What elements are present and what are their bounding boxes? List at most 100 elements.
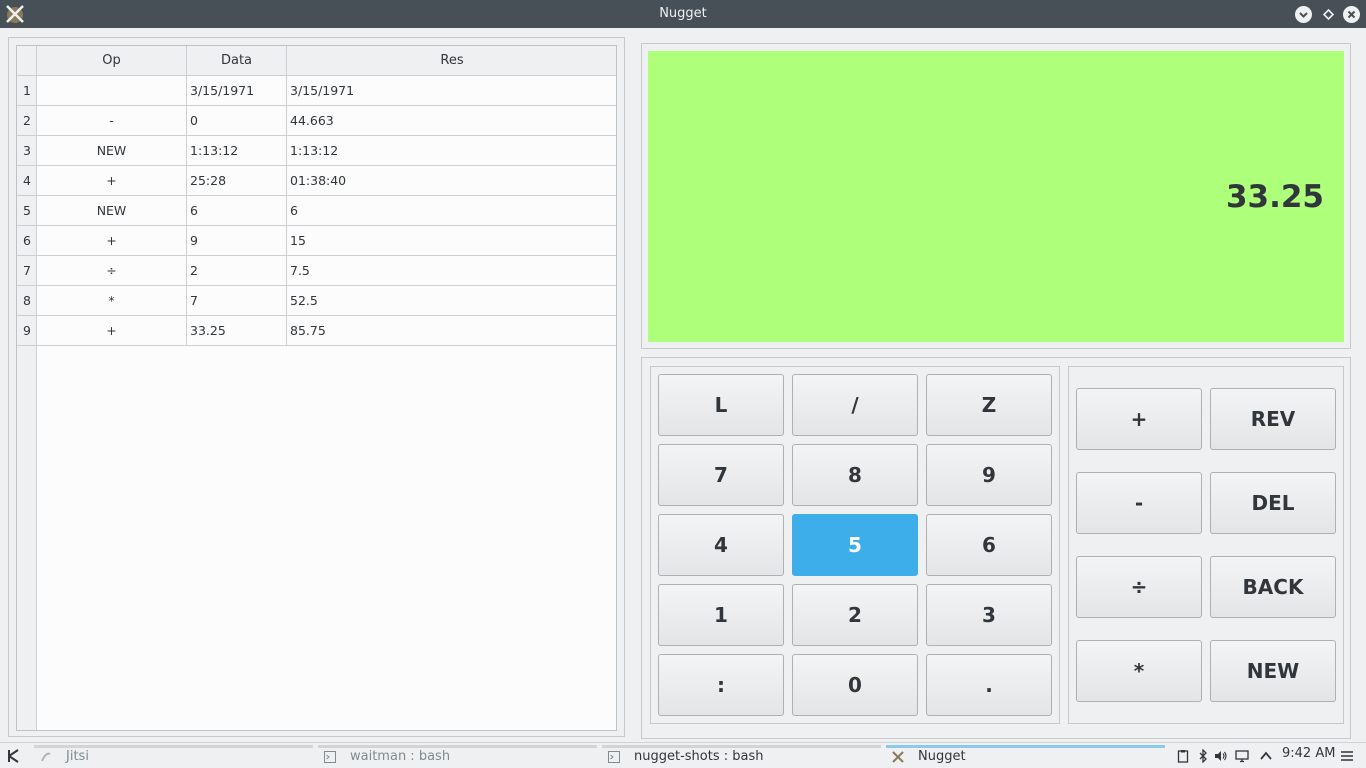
cell-res: 7.5 [290,263,310,278]
cell-op: + [37,226,187,255]
task-label: waitman : bash [350,749,451,764]
key-z-button[interactable]: Z [926,374,1052,436]
diamond-icon [1322,8,1335,21]
table-row[interactable]: 7 ÷ 2 7.5 [17,256,616,286]
expand-tray-icon[interactable] [1259,749,1273,763]
table-row[interactable]: 6 +9 15 [17,226,616,256]
cell-data: 7 [187,286,287,315]
key-del-button[interactable]: DEL [1210,472,1336,534]
cell-res: 15 [290,233,306,248]
window-titlebar: Nugget [0,0,1366,28]
key-6-button[interactable]: 6 [926,514,1052,576]
cell-data: 3/15/1971 [187,76,287,105]
key-4-button[interactable]: 4 [658,514,784,576]
cell-res: 52.5 [290,293,318,308]
volume-icon[interactable] [1214,749,1228,763]
history-table[interactable]: Op Data Res 1 3/15/1971 3/15/1971 2-0 44.663… [16,45,617,731]
key-minus-button[interactable]: - [1076,472,1202,534]
close-icon [1347,10,1356,19]
display-value: 33.25 [1225,179,1324,215]
column-header-op[interactable]: Op [37,46,187,76]
table-row[interactable]: 9 +33.25 85.75 [17,316,616,346]
cell-op: NEW [37,196,187,225]
key-rev-button[interactable]: REV [1210,388,1336,450]
display-icon[interactable] [1235,749,1249,763]
row-number: 6 [17,226,37,255]
jitsi-icon [41,752,51,762]
clock[interactable]: 9:42 AM [1282,746,1335,761]
key-l-button[interactable]: L [658,374,784,436]
key-slash-button[interactable]: / [792,374,918,436]
cell-res: 3/15/1971 [290,83,355,98]
row-number: 9 [17,316,37,345]
table-row[interactable]: 5 NEW 6 6 [17,196,616,226]
key-9-button[interactable]: 9 [926,444,1052,506]
clipboard-icon[interactable] [1176,749,1190,763]
key-2-button[interactable]: 2 [792,584,918,646]
menu-icon[interactable] [1340,749,1354,763]
maximize-button[interactable] [1320,6,1337,23]
key-5-button[interactable]: 5 [792,514,918,576]
row-number: 7 [17,256,37,285]
table-row[interactable]: 4 +25:28 01:38:40 [17,166,616,196]
row-number: 3 [17,136,37,165]
key-dot-button[interactable]: . [926,654,1052,716]
nugget-icon [892,751,904,763]
key-multiply-button[interactable]: * [1076,640,1202,702]
row-number: 8 [17,286,37,315]
corner-header[interactable] [17,46,37,76]
key-new-button[interactable]: NEW [1210,640,1336,702]
cell-res: 6 [290,203,298,218]
cell-op: + [37,316,187,345]
cell-op: - [37,106,187,135]
table-row[interactable]: 3 NEW 1:13:12 1:13:12 [17,136,616,166]
operations-group: + REV - DEL ÷ BACK * NEW [1068,366,1344,724]
column-header-res[interactable]: Res [287,46,616,76]
key-7-button[interactable]: 7 [658,444,784,506]
task-nugget[interactable]: Nugget [886,745,1165,767]
window-title: Nugget [659,6,707,21]
key-plus-button[interactable]: + [1076,388,1202,450]
terminal-icon [324,751,336,763]
application-launcher-icon[interactable] [6,748,22,764]
cell-op: ÷ [37,256,187,285]
bluetooth-icon[interactable] [1196,749,1210,763]
task-label: nugget-shots : bash [634,749,764,764]
table-row[interactable]: 1 3/15/1971 3/15/1971 [17,76,616,106]
cell-op: + [37,166,187,195]
taskbar: Jitsi waitman : bash nugget-shots : bash Nu… [0,742,1366,768]
minimize-button[interactable] [1295,6,1312,23]
key-0-button[interactable]: 0 [792,654,918,716]
task-nugget-shots-bash[interactable]: nugget-shots : bash [602,745,881,767]
cell-res: 01:38:40 [290,173,347,188]
key-8-button[interactable]: 8 [792,444,918,506]
task-waitman-bash[interactable]: waitman : bash [318,745,597,767]
close-button[interactable] [1343,6,1360,23]
task-jitsi[interactable]: Jitsi [34,745,313,767]
terminal-icon [608,751,620,763]
cell-data: 33.25 [187,316,287,345]
cell-res: 85.75 [290,323,326,338]
table-row[interactable]: 2-0 44.663 [17,106,616,136]
keypad-panel: L / Z 7 8 9 4 5 6 1 2 3:0. + REV - DEL ÷ BACK * NEW [641,357,1351,739]
cell-data: 0 [187,106,287,135]
cell-data: 2 [187,256,287,285]
cell-data: 25:28 [187,166,287,195]
row-number: 2 [17,106,37,135]
table-row[interactable]: 8 * 7 52.5 [17,286,616,316]
cell-data: 9 [187,226,287,255]
cell-op: NEW [37,136,187,165]
column-header-data[interactable]: Data [187,46,287,76]
display-panel: 33.25 [641,43,1351,349]
key-3-button[interactable]: 3 [926,584,1052,646]
key-back-button[interactable]: BACK [1210,556,1336,618]
key-1-button[interactable]: 1 [658,584,784,646]
row-number: 5 [17,196,37,225]
key-divide-button[interactable]: ÷ [1076,556,1202,618]
task-label: Nugget [918,749,966,764]
task-label: Jitsi [66,749,89,764]
key-colon-button[interactable]: : [658,654,784,716]
chevron-down-icon [1299,12,1308,18]
table-header: Op Data Res [17,46,616,76]
cell-res: 44.663 [290,113,334,128]
